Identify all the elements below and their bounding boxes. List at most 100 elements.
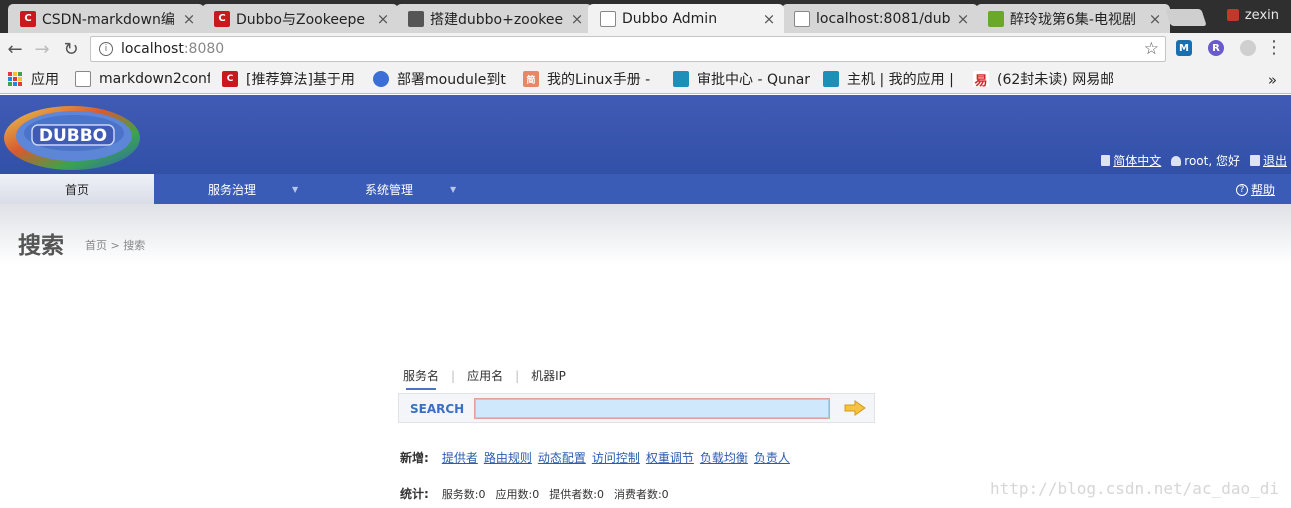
tab-application-name[interactable]: 应用名 — [467, 367, 503, 384]
tab-service-name[interactable]: 服务名 — [403, 367, 439, 390]
logo-text: DUBBO — [39, 126, 107, 146]
qunar-icon — [673, 71, 689, 87]
forward-arrow-icon[interactable]: → — [30, 37, 54, 61]
tab-csdn-markdown[interactable]: C CSDN-markdown编 × — [8, 4, 204, 33]
close-icon[interactable]: × — [570, 11, 584, 26]
add-load-balance-link[interactable]: 负载均衡 — [700, 449, 748, 466]
csdn-icon: C — [20, 10, 36, 27]
page-title-band: 搜索 首页 > 搜索 — [0, 204, 1291, 264]
page-icon — [75, 71, 91, 87]
bookmark-recommend-algo[interactable]: C [推荐算法]基于用 — [222, 70, 362, 88]
language-link[interactable]: 简体中文 — [1101, 152, 1161, 169]
dubbo-logo: DUBBO — [4, 106, 140, 170]
help-link[interactable]: ? 帮助 — [1235, 181, 1275, 198]
tab-machine-ip[interactable]: 机器IP — [531, 367, 566, 384]
user-greeting: root, 您好 — [1171, 152, 1240, 169]
search-box: SEARCH — [398, 393, 875, 423]
help-icon: ? — [1235, 183, 1248, 196]
logout-link-label[interactable]: 退出 — [1263, 152, 1287, 169]
bookmark-host-apps[interactable]: 主机 | 我的应用 | — [823, 70, 963, 88]
tab-separator: | — [451, 368, 456, 383]
new-tab-button[interactable] — [1165, 9, 1207, 26]
tab-build-dubbo[interactable]: 搭建dubbo+zookee × — [396, 4, 592, 33]
bookmark-netease-mail[interactable]: 易 (62封未读) 网易邮 — [973, 70, 1113, 88]
breadcrumb: 首页 > 搜索 — [85, 239, 146, 252]
document-icon — [1101, 155, 1111, 166]
arrow-right-icon[interactable] — [844, 400, 866, 416]
chevron-down-icon: ▼ — [450, 184, 457, 194]
page-icon — [794, 10, 810, 27]
search-input[interactable] — [474, 398, 830, 419]
bookmark-label: markdown2conf — [99, 71, 210, 87]
user-icon — [1226, 9, 1239, 21]
language-link-label[interactable]: 简体中文 — [1113, 152, 1161, 169]
logout-link[interactable]: 退出 — [1249, 152, 1287, 169]
star-icon[interactable]: ☆ — [1144, 39, 1159, 59]
dubbo-header: DUBBO 简体中文 root, 您好 退出 — [0, 95, 1291, 174]
tab-title: 搭建dubbo+zookee — [430, 11, 564, 28]
help-label: 帮助 — [1250, 183, 1275, 197]
stat-service-count: 服务数:0 — [441, 487, 486, 501]
search-label: SEARCH — [410, 402, 465, 416]
close-icon[interactable]: × — [182, 11, 196, 26]
apps-grid-icon — [8, 72, 22, 86]
bookmark-label: (62封未读) 网易邮 — [997, 72, 1113, 88]
url-port: :8080 — [183, 41, 225, 57]
tab-localhost-8081[interactable]: localhost:8081/dub × — [782, 4, 978, 33]
bookmark-label: 主机 | 我的应用 | — [847, 72, 954, 88]
nav-system-management[interactable]: 系统管理 ▼ — [365, 174, 456, 204]
extension-m-icon[interactable]: M — [1176, 40, 1192, 56]
add-provider-link[interactable]: 提供者 — [442, 449, 478, 466]
bookmark-deploy-module[interactable]: 部署moudule到t — [373, 70, 513, 88]
tab-title: localhost:8081/dub — [816, 10, 950, 27]
video-icon — [988, 10, 1004, 27]
info-icon[interactable]: i — [99, 42, 113, 56]
bookmark-approval-center[interactable]: 审批中心 - Qunar — [673, 70, 813, 88]
bookmark-label: 应用 — [31, 72, 59, 88]
chevron-down-icon: ▼ — [292, 184, 299, 194]
browser-tabstrip: C CSDN-markdown编 × C Dubbo与Zookeepe × 搭建… — [0, 0, 1291, 33]
tab-dubbo-admin[interactable]: Dubbo Admin × — [588, 4, 784, 33]
close-icon[interactable]: × — [762, 11, 776, 26]
add-weight-adjust-link[interactable]: 权重调节 — [646, 449, 694, 466]
bookmark-markdown2conf[interactable]: markdown2conf — [75, 70, 210, 88]
close-icon[interactable]: × — [956, 11, 970, 26]
extension-gray-icon[interactable] — [1240, 40, 1256, 56]
back-arrow-icon[interactable]: ← — [3, 37, 27, 61]
add-route-rule-link[interactable]: 路由规则 — [484, 449, 532, 466]
tab-dubbo-zookeeper[interactable]: C Dubbo与Zookeepe × — [202, 4, 398, 33]
nav-home[interactable]: 首页 — [0, 174, 154, 204]
nav-label: 服务治理 — [208, 182, 257, 197]
header-links: 简体中文 root, 您好 退出 — [1091, 152, 1287, 169]
jianshu-icon: 简 — [523, 71, 539, 87]
add-dynamic-config-link[interactable]: 动态配置 — [538, 449, 586, 466]
stat-application-count: 应用数:0 — [495, 487, 540, 501]
reload-icon[interactable]: ↻ — [59, 37, 83, 61]
stats-label: 统计: — [400, 487, 429, 501]
address-bar[interactable]: i localhost :8080 ☆ — [90, 36, 1166, 62]
close-icon[interactable]: × — [1148, 11, 1162, 26]
bookmarks-more-icon[interactable]: » — [1268, 71, 1277, 89]
add-owner-link[interactable]: 负责人 — [754, 449, 790, 466]
tab-title: Dubbo Admin — [622, 10, 718, 27]
bookmark-label: [推荐算法]基于用 — [246, 72, 355, 88]
close-icon[interactable]: × — [376, 11, 390, 26]
user-greeting-text: root, 您好 — [1184, 154, 1240, 168]
stat-consumer-count: 消费者数:0 — [613, 487, 669, 501]
profile-name: zexin — [1244, 7, 1279, 23]
qunar-icon — [823, 71, 839, 87]
add-access-control-link[interactable]: 访问控制 — [592, 449, 640, 466]
csdn-icon: C — [214, 10, 230, 27]
watermark: http://blog.csdn.net/ac_dao_di — [990, 479, 1279, 498]
menu-icon[interactable]: ⋮ — [1265, 38, 1283, 58]
tab-tv-drama[interactable]: 醉玲珑第6集-电视剧 × — [976, 4, 1170, 33]
nav-service-governance[interactable]: 服务治理 ▼ — [208, 174, 298, 204]
browser-toolbar: ← → ↻ i localhost :8080 ☆ M R ⋮ — [0, 33, 1291, 65]
stats-row: 统计: 服务数:0 应用数:0 提供者数:0 消费者数:0 — [400, 485, 679, 502]
profile-button[interactable]: zexin — [1226, 6, 1279, 24]
logout-icon — [1249, 155, 1260, 166]
bookmark-linux-manual[interactable]: 简 我的Linux手册 - — [523, 70, 663, 88]
extension-r-icon[interactable]: R — [1208, 40, 1224, 56]
tab-title: Dubbo与Zookeepe — [236, 11, 366, 28]
bookmark-apps[interactable]: 应用 — [8, 70, 59, 88]
